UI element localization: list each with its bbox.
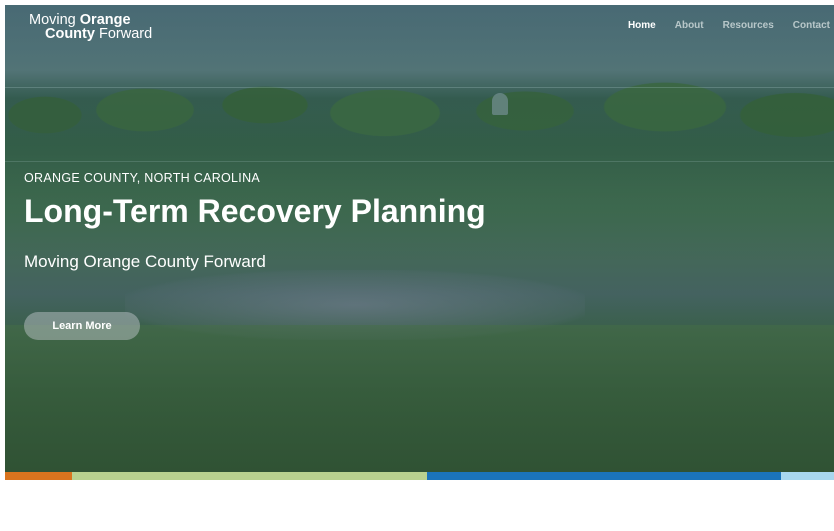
water-tower xyxy=(492,93,508,115)
main-nav: Home About Resources Contact xyxy=(628,20,830,31)
logo-text: Forward xyxy=(94,26,153,42)
logo-line-1: Moving Orange xyxy=(29,13,152,28)
site-logo[interactable]: Moving Orange County Forward xyxy=(29,13,153,42)
overlay-line xyxy=(5,87,834,88)
hero-kicker: ORANGE COUNTY, NORTH CAROLINA xyxy=(24,171,261,185)
grassland xyxy=(5,325,834,472)
hero-banner: Moving Orange County Forward Home About … xyxy=(5,5,834,472)
nav-link-resources[interactable]: Resources xyxy=(723,20,774,31)
nav-link-contact[interactable]: Contact xyxy=(793,20,830,31)
color-bar-segment-blue xyxy=(427,472,781,480)
brand-color-bar xyxy=(5,472,834,480)
hero-subhead: Moving Orange County Forward xyxy=(24,252,266,271)
learn-more-button[interactable]: Learn More xyxy=(24,312,140,340)
color-bar-segment-orange xyxy=(5,472,72,480)
color-bar-segment-green xyxy=(72,472,427,480)
nav-link-about[interactable]: About xyxy=(675,20,704,31)
nav-link-home[interactable]: Home xyxy=(628,20,656,31)
color-bar-segment-lightblue xyxy=(781,472,834,480)
logo-text-bold: County xyxy=(45,26,95,42)
overlay-line xyxy=(5,161,834,162)
hero-background-image xyxy=(5,5,834,472)
hero-headline: Long-Term Recovery Planning xyxy=(24,193,486,229)
logo-line-2: County Forward xyxy=(29,26,153,42)
